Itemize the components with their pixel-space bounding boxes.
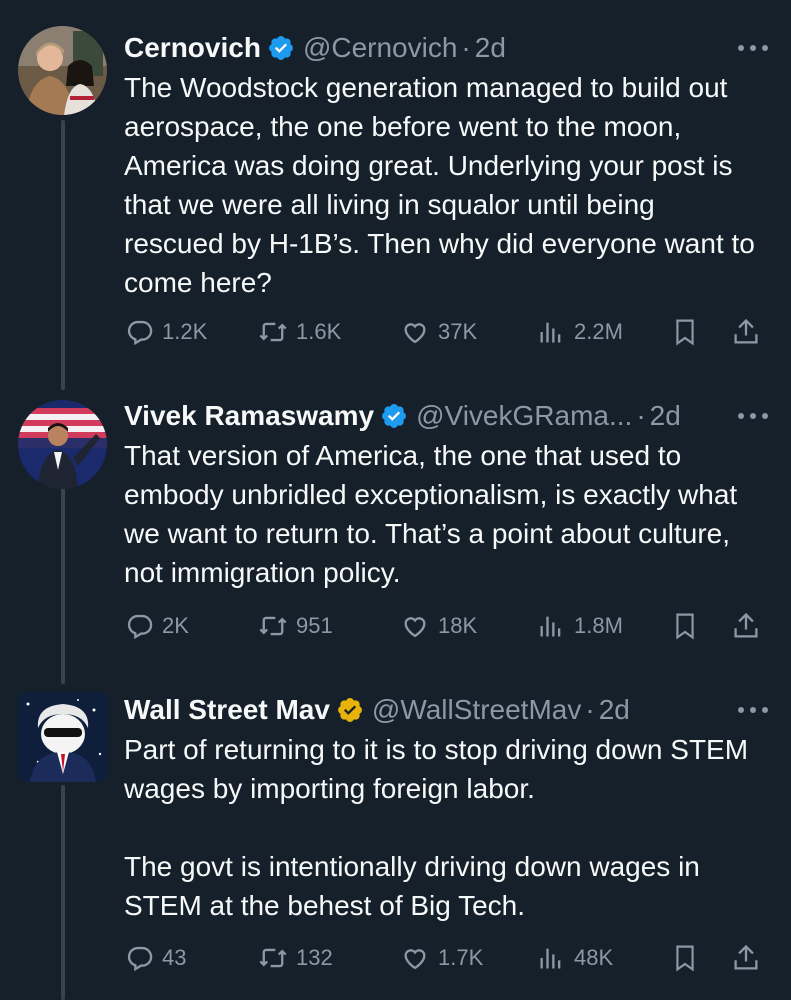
separator-dot: · bbox=[585, 694, 595, 725]
tweet-header: Vivek Ramaswamy @VivekGRama... · 2d bbox=[124, 398, 773, 434]
avatar[interactable] bbox=[18, 400, 107, 489]
more-icon[interactable] bbox=[733, 30, 773, 66]
like-count: 37K bbox=[438, 319, 478, 344]
tweet-text: The Woodstock generation managed to buil… bbox=[124, 72, 763, 298]
repost-button[interactable]: 132 bbox=[258, 938, 333, 978]
views-button[interactable]: 1.8M bbox=[536, 606, 623, 646]
author-handle[interactable]: @WallStreetMav bbox=[372, 694, 581, 726]
repost-count: 1.6K bbox=[296, 319, 342, 344]
repost-icon bbox=[258, 318, 288, 346]
like-button[interactable]: 37K bbox=[400, 312, 477, 352]
views-button[interactable]: 48K bbox=[536, 938, 613, 978]
reply-icon bbox=[126, 944, 154, 972]
timestamp[interactable]: 2d bbox=[475, 32, 506, 64]
views-icon bbox=[536, 944, 566, 972]
more-icon[interactable] bbox=[733, 692, 773, 728]
views-icon bbox=[536, 318, 566, 346]
avatar[interactable] bbox=[18, 692, 108, 782]
reply-icon bbox=[126, 612, 154, 640]
like-button[interactable]: 1.7K bbox=[400, 938, 483, 978]
bookmark-button[interactable] bbox=[672, 606, 698, 646]
bookmark-icon bbox=[672, 317, 698, 347]
avatar[interactable] bbox=[18, 26, 107, 115]
verified-badge-icon bbox=[267, 34, 295, 62]
action-bar: 1.2K 1.6K 37K 2.2M bbox=[124, 312, 773, 352]
share-icon bbox=[732, 611, 760, 641]
tweet[interactable]: Wall Street Mav @WallStreetMav · 2d Part… bbox=[0, 688, 791, 988]
author-handle[interactable]: @VivekGRama... bbox=[416, 400, 632, 432]
like-icon bbox=[400, 318, 430, 346]
share-button[interactable] bbox=[732, 606, 760, 646]
bookmark-icon bbox=[672, 611, 698, 641]
verified-badge-icon bbox=[336, 696, 364, 724]
repost-icon bbox=[258, 944, 288, 972]
tweet-text: Part of returning to it is to stop drivi… bbox=[124, 734, 749, 921]
like-icon bbox=[400, 944, 430, 972]
tweet[interactable]: Vivek Ramaswamy @VivekGRama... · 2d That… bbox=[0, 394, 791, 674]
views-count: 2.2M bbox=[574, 319, 623, 344]
action-bar: 43 132 1.7K 48K bbox=[124, 938, 773, 978]
views-button[interactable]: 2.2M bbox=[536, 312, 623, 352]
author-handle[interactable]: @Cernovich bbox=[303, 32, 457, 64]
like-icon bbox=[400, 612, 430, 640]
repost-count: 951 bbox=[296, 613, 333, 638]
reply-count: 43 bbox=[162, 945, 187, 970]
reply-button[interactable]: 2K bbox=[126, 606, 189, 646]
views-count: 1.8M bbox=[574, 613, 623, 638]
share-icon bbox=[732, 317, 760, 347]
timestamp[interactable]: 2d bbox=[599, 694, 630, 726]
views-icon bbox=[536, 612, 566, 640]
reply-button[interactable]: 43 bbox=[126, 938, 186, 978]
reply-count: 2K bbox=[162, 613, 189, 638]
like-count: 18K bbox=[438, 613, 478, 638]
bookmark-button[interactable] bbox=[672, 938, 698, 978]
repost-button[interactable]: 1.6K bbox=[258, 312, 341, 352]
author-name[interactable]: Cernovich bbox=[124, 32, 261, 64]
separator-dot: · bbox=[461, 32, 471, 63]
bookmark-icon bbox=[672, 943, 698, 973]
like-button[interactable]: 18K bbox=[400, 606, 477, 646]
more-icon[interactable] bbox=[733, 398, 773, 434]
author-name[interactable]: Wall Street Mav bbox=[124, 694, 330, 726]
tweet-text: That version of America, the one that us… bbox=[124, 440, 745, 588]
verified-badge-icon bbox=[380, 402, 408, 430]
reply-button[interactable]: 1.2K bbox=[126, 312, 207, 352]
reply-icon bbox=[126, 318, 154, 346]
repost-icon bbox=[258, 612, 288, 640]
timestamp[interactable]: 2d bbox=[650, 400, 681, 432]
share-button[interactable] bbox=[732, 938, 760, 978]
tweet[interactable]: Cernovich @Cernovich · 2d The Woodstock … bbox=[0, 26, 791, 366]
tweet-header: Wall Street Mav @WallStreetMav · 2d bbox=[124, 692, 773, 728]
separator-dot: · bbox=[636, 400, 646, 431]
repost-count: 132 bbox=[296, 945, 333, 970]
share-button[interactable] bbox=[732, 312, 760, 352]
share-icon bbox=[732, 943, 760, 973]
views-count: 48K bbox=[574, 945, 614, 970]
bookmark-button[interactable] bbox=[672, 312, 698, 352]
repost-button[interactable]: 951 bbox=[258, 606, 333, 646]
reply-count: 1.2K bbox=[162, 319, 208, 344]
action-bar: 2K 951 18K 1.8M bbox=[124, 606, 773, 646]
tweet-header: Cernovich @Cernovich · 2d bbox=[124, 30, 773, 66]
like-count: 1.7K bbox=[438, 945, 484, 970]
author-name[interactable]: Vivek Ramaswamy bbox=[124, 400, 374, 432]
